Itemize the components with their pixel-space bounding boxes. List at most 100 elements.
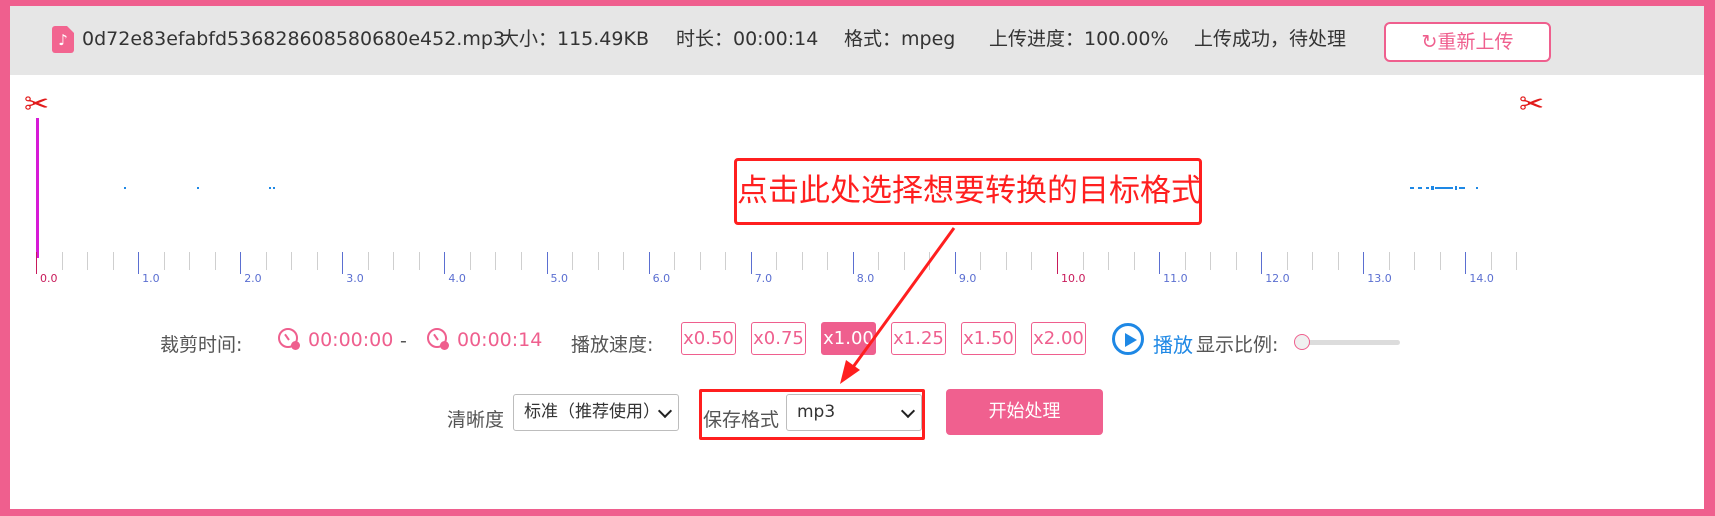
quality-value: 标准（推荐使用） xyxy=(524,402,660,422)
timeline-minor-tick xyxy=(903,252,905,270)
timeline-minor-tick xyxy=(1031,252,1033,270)
timeline-minor-tick xyxy=(674,252,676,270)
timeline-minor-tick xyxy=(367,252,369,270)
speed-option[interactable]: x0.50 xyxy=(681,322,736,355)
timeline-minor-tick xyxy=(1388,252,1390,270)
timeline-minor-tick xyxy=(1516,252,1518,270)
timeline-label: 14.0 xyxy=(1469,272,1494,285)
trim-end-time[interactable]: 00:00:14 xyxy=(457,329,542,351)
timeline-minor-tick xyxy=(265,252,267,270)
zoom-slider[interactable] xyxy=(1302,340,1400,345)
timeline-label: 9.0 xyxy=(958,272,977,285)
trim-separator: - xyxy=(400,330,407,352)
timeline-minor-tick xyxy=(1184,252,1186,270)
timeline-label: 13.0 xyxy=(1367,272,1392,285)
timeline-minor-tick xyxy=(189,252,191,270)
format-label: 保存格式 xyxy=(703,409,780,431)
timeline-minor-tick xyxy=(291,252,293,270)
timeline-major-tick xyxy=(36,252,37,274)
timeline-minor-tick xyxy=(1005,252,1007,270)
timeline-major-tick xyxy=(240,252,242,274)
timeline-minor-tick xyxy=(1108,252,1110,270)
audio-editor-panel: ♪ 0d72e83efabfd536828608580680e452.mp3 大… xyxy=(10,6,1704,509)
start-processing-button[interactable]: 开始处理 xyxy=(946,389,1103,435)
chevron-down-icon xyxy=(657,403,673,419)
timeline-minor-tick xyxy=(469,252,471,270)
end-clock-icon xyxy=(427,328,449,350)
timeline-minor-tick xyxy=(61,252,63,270)
timeline-major-tick xyxy=(342,252,344,274)
timeline-major-tick xyxy=(1159,252,1161,274)
timeline-minor-tick xyxy=(1082,252,1084,270)
timeline-label: 0.0 xyxy=(40,272,58,285)
timeline-major-tick xyxy=(444,252,446,274)
speed-label: 播放速度: xyxy=(571,334,654,356)
timeline-minor-tick xyxy=(827,252,829,270)
zoom-slider-handle[interactable] xyxy=(1294,334,1310,350)
timeline-minor-tick xyxy=(112,252,114,270)
timeline-label: 12.0 xyxy=(1265,272,1290,285)
timeline-label: 10.0 xyxy=(1061,272,1086,285)
refresh-icon: ↻ xyxy=(1421,31,1438,53)
timeline-major-tick xyxy=(138,252,140,274)
timeline-minor-tick xyxy=(878,252,880,270)
timeline-minor-tick xyxy=(1414,252,1416,270)
timeline-minor-tick xyxy=(393,252,395,270)
format-value: mp3 xyxy=(797,402,836,422)
file-size: 大小：115.49KB xyxy=(500,28,649,50)
timeline-minor-tick xyxy=(1235,252,1237,270)
start-clock-icon xyxy=(278,328,300,350)
timeline-minor-tick xyxy=(801,252,803,270)
timeline-major-tick xyxy=(1261,252,1263,274)
timeline-minor-tick xyxy=(699,252,701,270)
quality-select[interactable]: 标准（推荐使用） xyxy=(513,394,679,431)
speed-option[interactable]: x1.50 xyxy=(961,322,1016,355)
playback-controls: 裁剪时间: 00:00:00 - 00:00:14 播放速度: x0.50 x0… xyxy=(10,316,1704,366)
timeline-ruler[interactable]: 0.0 1.0 2.0 3.0 4.0 5.0 6.0 7.0 8.0 9.0 10.0 11.0 12… xyxy=(10,252,1704,292)
timeline-major-tick xyxy=(546,252,548,274)
timeline-minor-tick xyxy=(87,252,89,270)
timeline-label: 4.0 xyxy=(448,272,466,285)
timeline-minor-tick xyxy=(776,252,778,270)
speed-option[interactable]: x2.00 xyxy=(1031,322,1086,355)
reupload-button[interactable]: ↻重新上传 xyxy=(1384,22,1551,62)
timeline-label: 7.0 xyxy=(754,272,773,285)
timeline-minor-tick xyxy=(1133,252,1135,270)
timeline-label: 1.0 xyxy=(142,272,160,285)
timeline-label: 3.0 xyxy=(346,272,364,285)
play-button[interactable]: 播放 xyxy=(1153,329,1193,358)
timeline-major-tick xyxy=(852,252,854,274)
format-select[interactable]: mp3 xyxy=(786,394,922,431)
speed-option-active[interactable]: x1.00 xyxy=(821,322,876,355)
timeline-major-tick xyxy=(648,252,650,274)
file-format: 格式：mpeg xyxy=(844,28,956,50)
trim-start-scissor-icon[interactable]: ✂ xyxy=(24,90,49,120)
timeline-minor-tick xyxy=(929,252,931,270)
timeline-label: 6.0 xyxy=(652,272,671,285)
trim-end-scissor-icon[interactable]: ✂ xyxy=(1519,90,1544,120)
file-duration: 时长：00:00:14 xyxy=(676,28,819,50)
timeline-minor-tick xyxy=(1210,252,1212,270)
timeline-minor-tick xyxy=(418,252,420,270)
timeline-minor-tick xyxy=(572,252,574,270)
play-icon[interactable] xyxy=(1112,323,1144,355)
upload-progress: 上传进度：100.00% xyxy=(989,28,1169,50)
timeline-label: 11.0 xyxy=(1163,272,1188,285)
timeline-minor-tick xyxy=(1439,252,1441,270)
timeline-minor-tick xyxy=(597,252,599,270)
timeline-major-tick xyxy=(1465,252,1467,274)
timeline-minor-tick xyxy=(1337,252,1339,270)
speed-option[interactable]: x1.25 xyxy=(891,322,946,355)
timeline-label: 5.0 xyxy=(550,272,569,285)
timeline-minor-tick xyxy=(980,252,982,270)
speed-option[interactable]: x0.75 xyxy=(751,322,806,355)
trim-start-time[interactable]: 00:00:00 xyxy=(308,329,393,351)
zoom-label: 显示比例: xyxy=(1196,334,1279,356)
timeline-minor-tick xyxy=(316,252,318,270)
timeline-minor-tick xyxy=(163,252,165,270)
output-settings: 清晰度 标准（推荐使用） 保存格式 mp3 开始处理 xyxy=(10,389,1704,444)
timeline-minor-tick xyxy=(495,252,497,270)
file-info-bar: ♪ 0d72e83efabfd536828608580680e452.mp3 大… xyxy=(10,6,1704,75)
timeline-minor-tick xyxy=(214,252,216,270)
trim-time-label: 裁剪时间: xyxy=(160,334,243,356)
